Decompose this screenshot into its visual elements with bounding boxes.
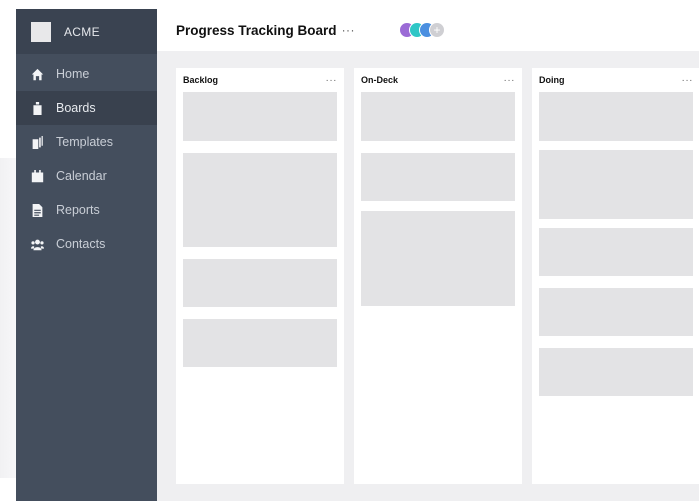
column-header: Backlog ··· (176, 68, 344, 92)
calendar-icon (31, 169, 44, 183)
reports-icon (31, 203, 44, 217)
column-more-button[interactable]: ··· (504, 75, 516, 86)
sidebar-item-label: Calendar (56, 169, 107, 183)
card-placeholder[interactable] (183, 319, 337, 367)
sidebar-item-templates[interactable]: Templates (16, 125, 157, 159)
card-placeholder[interactable] (361, 211, 515, 306)
column-doing: Doing ··· (532, 68, 699, 484)
column-title: Doing (539, 75, 565, 85)
sidebar-item-label: Templates (56, 135, 113, 149)
sidebar-nav: Home Boards Templates Calendar Reports C… (16, 54, 157, 261)
home-icon (31, 68, 44, 81)
contacts-icon (31, 238, 44, 251)
column-header: On-Deck ··· (354, 68, 522, 92)
boards-icon (31, 101, 44, 115)
card-placeholder[interactable] (183, 92, 337, 141)
column-title: Backlog (183, 75, 219, 85)
card-placeholder[interactable] (183, 259, 337, 307)
column-more-button[interactable]: ··· (682, 75, 694, 86)
card-placeholder[interactable] (361, 92, 515, 141)
sidebar-item-label: Boards (56, 101, 96, 115)
sidebar-item-calendar[interactable]: Calendar (16, 159, 157, 193)
board-header: Progress Tracking Board ··· + (157, 9, 699, 51)
card-placeholder[interactable] (539, 228, 693, 276)
card-placeholder[interactable] (361, 153, 515, 201)
board-canvas: Backlog ··· On-Deck ··· Doing ··· (157, 51, 699, 501)
sidebar-item-home[interactable]: Home (16, 57, 157, 91)
sidebar-header: ACME (16, 9, 157, 54)
brand-name: ACME (64, 24, 100, 39)
card-placeholder[interactable] (539, 92, 693, 141)
sidebar-item-boards[interactable]: Boards (16, 91, 157, 125)
sidebar-item-reports[interactable]: Reports (16, 193, 157, 227)
page-backdrop (0, 158, 16, 478)
sidebar-item-label: Reports (56, 203, 100, 217)
column-more-button[interactable]: ··· (326, 75, 338, 86)
column-backlog: Backlog ··· (176, 68, 344, 484)
sidebar-item-label: Contacts (56, 237, 106, 251)
card-placeholder[interactable] (539, 288, 693, 336)
page-title: Progress Tracking Board (176, 22, 337, 38)
board-more-button[interactable]: ··· (342, 23, 356, 37)
card-placeholder[interactable] (539, 150, 693, 219)
sidebar-item-contacts[interactable]: Contacts (16, 227, 157, 261)
column-on-deck: On-Deck ··· (354, 68, 522, 484)
member-avatars: + (399, 22, 446, 38)
card-placeholder[interactable] (539, 348, 693, 396)
card-placeholder[interactable] (183, 153, 337, 247)
sidebar: ACME Home Boards Templates Calendar Repo… (16, 9, 157, 501)
sidebar-item-label: Home (56, 67, 90, 81)
logo-placeholder[interactable] (31, 21, 51, 42)
add-member-button[interactable]: + (429, 22, 446, 38)
column-header: Doing ··· (532, 68, 699, 92)
column-title: On-Deck (361, 75, 399, 85)
templates-icon (31, 135, 44, 149)
